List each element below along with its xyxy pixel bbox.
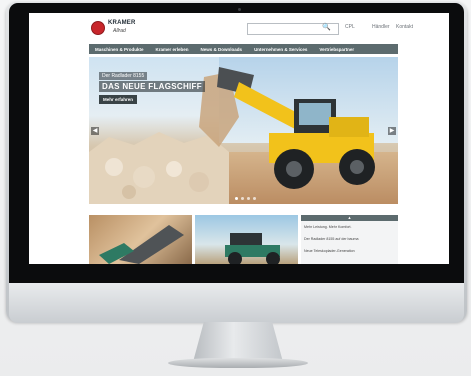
logo-slogan: Allrad xyxy=(113,28,126,34)
header-link-cpl[interactable]: CPL xyxy=(345,24,355,30)
hero-title: DAS NEUE FLAGSCHIFF xyxy=(99,81,205,92)
kramer-logo-icon[interactable] xyxy=(91,21,105,35)
slider-dot[interactable] xyxy=(235,197,238,200)
news-item[interactable]: Mehr Leistung. Mehr Komfort. xyxy=(304,225,395,229)
slider-prev-icon[interactable]: ◀ xyxy=(91,127,99,135)
news-panel-header[interactable]: ▲ xyxy=(301,215,398,221)
nav-item-products[interactable]: Maschinen & Produkte xyxy=(95,47,144,52)
slider-dots xyxy=(235,197,256,200)
monitor-stand-base xyxy=(168,358,308,368)
slider-dot[interactable] xyxy=(241,197,244,200)
teaser-tile-attachments[interactable] xyxy=(89,215,192,264)
nav-item-company[interactable]: Unternehmen & Services xyxy=(254,47,307,52)
logo-text[interactable]: KRAMER xyxy=(108,20,136,26)
news-panel: ▲ Mehr Leistung. Mehr Komfort. Der Radla… xyxy=(301,215,398,264)
slider-next-icon[interactable]: ▶ xyxy=(388,127,396,135)
news-item[interactable]: Neue Teleskoplader-Generation xyxy=(304,249,395,253)
teaser-image xyxy=(225,233,280,264)
slider-dot[interactable] xyxy=(253,197,256,200)
main-navigation: Maschinen & Produkte Kramer erleben News… xyxy=(89,44,398,54)
hero-cta-button[interactable]: Mehr erfahren xyxy=(99,95,138,104)
browser-screen: KRAMER Allrad 🔍 CPL Händler Kontakt Masc… xyxy=(29,13,449,264)
monitor-chin xyxy=(9,283,464,323)
search-icon[interactable]: 🔍 xyxy=(322,23,331,31)
site-header: KRAMER Allrad 🔍 CPL Händler Kontakt xyxy=(29,13,449,43)
news-item[interactable]: Der Radlader 8155 auf der bauma xyxy=(304,237,395,241)
nav-item-experience[interactable]: Kramer erleben xyxy=(156,47,189,52)
header-link-dealer[interactable]: Händler xyxy=(372,24,390,30)
camera-icon xyxy=(238,8,241,11)
teaser-tile-machine[interactable] xyxy=(195,215,298,264)
header-link-contact[interactable]: Kontakt xyxy=(396,24,413,30)
hero-subtitle: Der Radlader 8155 xyxy=(99,72,148,80)
slider-dot[interactable] xyxy=(247,197,250,200)
teaser-image xyxy=(99,225,184,264)
nav-item-dealers[interactable]: Vertriebspartner xyxy=(319,47,354,52)
hero-slider[interactable]: Der Radlader 8155 DAS NEUE FLAGSCHIFF Me… xyxy=(89,57,398,204)
nav-item-news[interactable]: News & Downloads xyxy=(201,47,243,52)
monitor-stand xyxy=(193,322,283,362)
